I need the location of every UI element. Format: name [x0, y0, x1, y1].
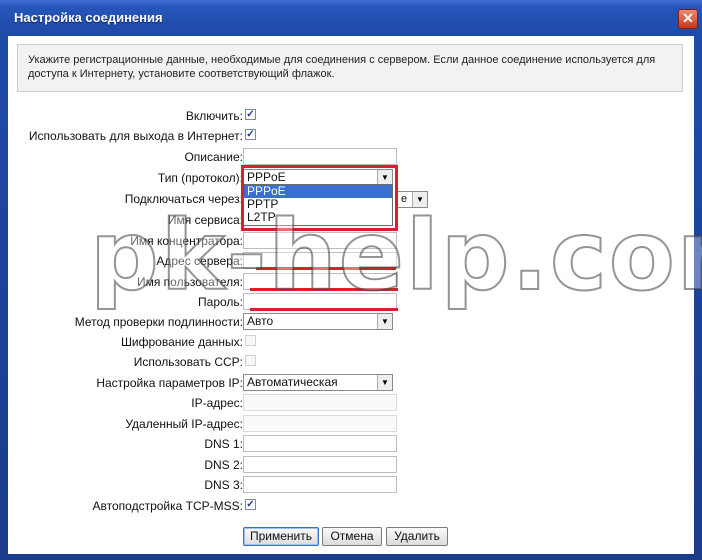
- dns3-label: DNS 3:: [204, 478, 243, 492]
- row-dns2: DNS 2:: [8, 455, 694, 475]
- connect-via-value: е: [401, 193, 408, 205]
- ip-chevron-icon[interactable]: ▼: [377, 375, 392, 390]
- delete-button[interactable]: Удалить: [386, 527, 448, 546]
- tcp-mss-label: Автоподстройка TCP-MSS:: [92, 499, 243, 513]
- connection-settings-dialog: Настройка соединения ✕ Укажите регистрац…: [0, 0, 702, 560]
- concentrator-input[interactable]: [243, 232, 397, 249]
- remote-ip-input[interactable]: [243, 415, 397, 432]
- enable-checkbox[interactable]: ✓: [245, 109, 256, 120]
- connect-via-label: Подключаться через:: [124, 192, 243, 206]
- remote-ip-label: Удаленный IP-адрес:: [125, 417, 243, 431]
- password-label: Пароль:: [198, 295, 243, 309]
- dns1-label: DNS 1:: [204, 437, 243, 451]
- apply-button[interactable]: Применить: [243, 527, 319, 546]
- button-bar: Применить Отмена Удалить: [8, 527, 694, 549]
- description-label: Описание:: [184, 150, 243, 164]
- ccp-label: Использовать CCP:: [133, 355, 243, 369]
- highlight-box: [241, 165, 398, 231]
- title-bar[interactable]: Настройка соединения ✕: [0, 0, 702, 36]
- row-auth-method: Метод проверки подлинности: Авто ▼: [8, 312, 694, 332]
- auth-chevron-icon[interactable]: ▼: [377, 314, 392, 329]
- row-ccp: Использовать CCP:: [8, 352, 694, 372]
- dns3-input[interactable]: [243, 476, 397, 493]
- server-address-label: Адрес сервера:: [156, 254, 243, 268]
- connect-via-chevron-icon[interactable]: ▼: [412, 192, 427, 207]
- ip-settings-select[interactable]: Автоматическая ▼: [243, 374, 393, 391]
- row-internet: Использовать для выхода в Интернет: ✓: [8, 126, 694, 146]
- protocol-label: Тип (протокол):: [157, 171, 243, 185]
- dns2-label: DNS 2:: [204, 458, 243, 472]
- row-ip-address: IP-адрес:: [8, 393, 694, 413]
- ccp-checkbox[interactable]: [245, 355, 256, 366]
- auth-method-label: Метод проверки подлинности:: [74, 315, 243, 329]
- row-encryption: Шифрование данных:: [8, 332, 694, 352]
- ip-address-label: IP-адрес:: [191, 396, 243, 410]
- row-dns3: DNS 3:: [8, 475, 694, 495]
- encryption-checkbox[interactable]: [245, 335, 256, 346]
- row-description: Описание:: [8, 147, 694, 167]
- service-name-label: Имя сервиса:: [167, 213, 243, 227]
- auth-method-select[interactable]: Авто ▼: [243, 313, 393, 330]
- row-tcp-mss: Автоподстройка TCP-MSS: ✓: [8, 496, 694, 516]
- info-panel: Укажите регистрационные данные, необходи…: [17, 44, 683, 92]
- highlight-underline-server: [256, 267, 396, 270]
- internet-label: Использовать для выхода в Интернет:: [28, 129, 243, 143]
- tcp-mss-checkbox[interactable]: ✓: [245, 499, 256, 510]
- dns1-input[interactable]: [243, 435, 397, 452]
- ip-settings-value: Автоматическая: [247, 375, 338, 389]
- window-title: Настройка соединения: [14, 10, 163, 25]
- ip-settings-label: Настройка параметров IP:: [96, 376, 243, 390]
- concentrator-label: Имя концентратора:: [130, 234, 243, 248]
- highlight-underline-username: [250, 288, 398, 291]
- dialog-content: Укажите регистрационные данные, необходи…: [8, 36, 702, 554]
- row-ip-settings: Настройка параметров IP: Автоматическая …: [8, 373, 694, 393]
- dns2-input[interactable]: [243, 456, 397, 473]
- username-label: Имя пользователя:: [136, 275, 243, 289]
- enable-label: Включить:: [185, 109, 243, 123]
- ip-address-input[interactable]: [243, 394, 397, 411]
- highlight-underline-password: [250, 308, 398, 311]
- encryption-label: Шифрование данных:: [120, 335, 243, 349]
- row-dns1: DNS 1:: [8, 434, 694, 454]
- internet-checkbox[interactable]: ✓: [245, 129, 256, 140]
- row-concentrator: Имя концентратора:: [8, 231, 694, 251]
- description-input[interactable]: [243, 148, 397, 165]
- connect-via-select[interactable]: е ▼: [396, 191, 428, 208]
- auth-method-value: Авто: [247, 314, 274, 328]
- close-icon[interactable]: ✕: [678, 9, 698, 29]
- row-enable: Включить: ✓: [8, 106, 694, 126]
- cancel-button[interactable]: Отмена: [322, 527, 382, 546]
- row-remote-ip: Удаленный IP-адрес:: [8, 414, 694, 434]
